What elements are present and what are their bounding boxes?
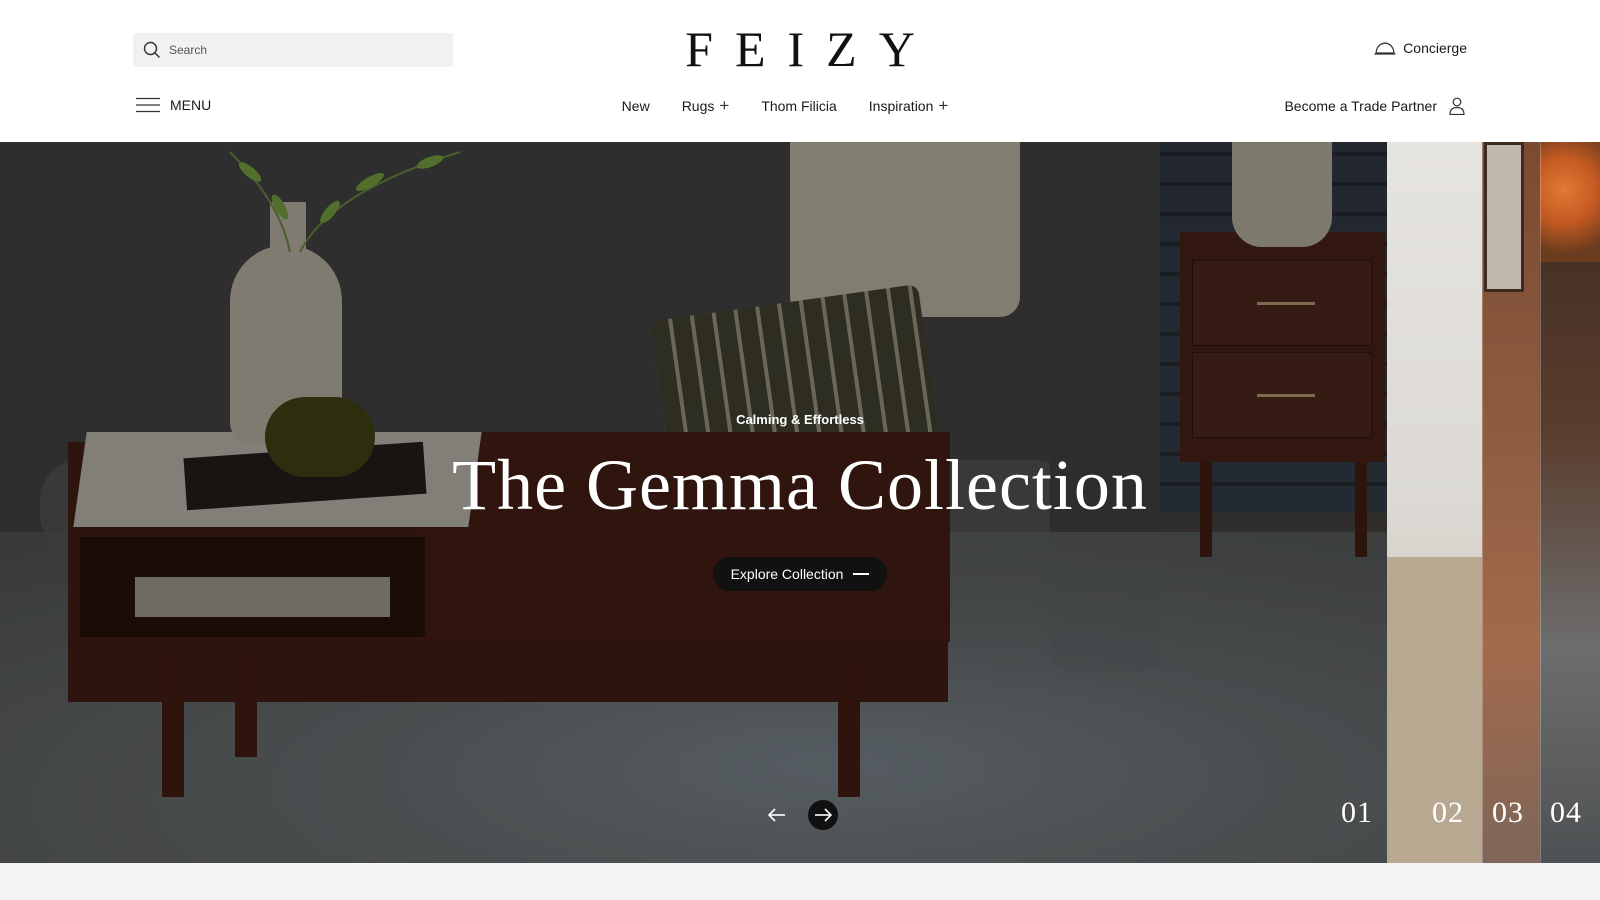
dash-icon [853,573,870,575]
nav-item-new[interactable]: New [622,98,650,114]
hero-title: The Gemma Collection [452,445,1148,525]
slide-number-04[interactable]: 04 [1550,796,1582,830]
nav-item-rugs[interactable]: Rugs + [681,96,730,115]
search-icon [143,41,160,58]
concierge-label: Concierge [1403,40,1467,56]
concierge-bell-icon [1374,42,1396,55]
menu-label: MENU [170,97,212,113]
site-header: Search FEIZY Concierge MENU New Rugs + T… [0,0,1600,142]
slide-number-02[interactable]: 02 [1432,796,1464,830]
slide-number-03[interactable]: 03 [1492,796,1524,830]
nav-item-label: Thom Filicia [761,98,837,114]
concierge-link[interactable]: Concierge [1374,40,1467,56]
nav-item-thom-filicia[interactable]: Thom Filicia [761,98,836,114]
next-slide-button[interactable] [808,800,838,830]
cta-label: Explore Collection [730,566,844,582]
explore-collection-button[interactable]: Explore Collection [713,557,887,591]
nav-item-label: New [621,98,650,114]
page-below-hero [0,863,1600,900]
user-icon [1449,97,1465,115]
trade-partner-link[interactable]: Become a Trade Partner [1284,97,1465,115]
hero-eyebrow: Calming & Effortless [736,412,864,427]
nav-item-label: Rugs [681,98,715,114]
trade-label: Become a Trade Partner [1284,98,1437,114]
arrow-right-icon [815,808,832,822]
hamburger-menu-icon [136,97,160,113]
plus-icon: + [938,96,949,115]
plus-icon: + [719,96,730,115]
hero-slider: Calming & Effortless The Gemma Collectio… [0,142,1600,863]
prev-slide-button[interactable] [762,800,792,830]
search-placeholder: Search [169,43,208,57]
menu-button[interactable]: MENU [136,97,211,113]
slide-number-01[interactable]: 01 [1341,796,1373,830]
logo-text[interactable]: FEIZY [685,21,937,77]
nav-item-inspiration[interactable]: Inspiration + [868,96,949,115]
arrow-left-icon [768,808,785,822]
nav-item-label: Inspiration [868,98,934,114]
search-input[interactable]: Search [133,33,453,67]
